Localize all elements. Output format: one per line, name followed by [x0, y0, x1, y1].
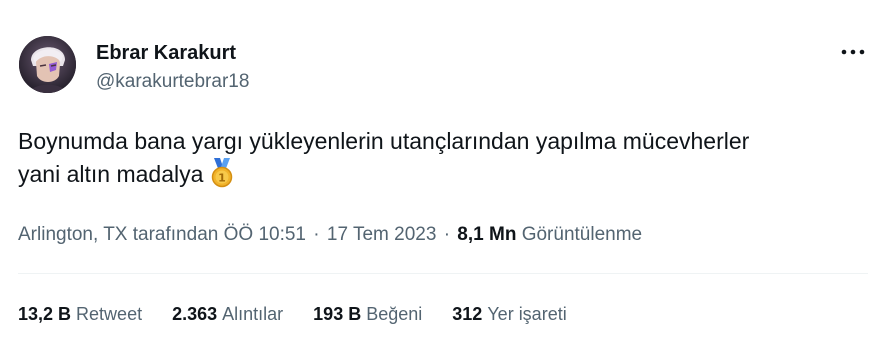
tweet: Ebrar Karakurt @karakurtebrar18 Boynumda…	[0, 0, 881, 337]
bookmarks-label: Yer işareti	[487, 304, 567, 324]
separator: ·	[443, 224, 451, 245]
retweets-stat[interactable]: 13,2 B Retweet	[18, 301, 142, 327]
likes-label: Beğeni	[366, 304, 423, 324]
author-name[interactable]: Ebrar Karakurt	[96, 41, 236, 65]
separator: ·	[313, 224, 320, 245]
more-icon	[841, 49, 865, 55]
tweet-text: Boynumda bana yargı yükleyenlerin utançl…	[18, 125, 868, 197]
location-link[interactable]: Arlington, TX tarafından	[18, 224, 218, 245]
tweet-text-fragment: yani altın madalya	[18, 161, 204, 187]
tweet-date[interactable]: 17 Tem 2023	[327, 224, 437, 245]
quotes-count: 2.363	[172, 304, 218, 324]
more-options-button[interactable]	[836, 40, 870, 64]
views-label: Görüntülenme	[521, 224, 643, 245]
tweet-stats: 13,2 B Retweet 2.363 Alıntılar 193 B Beğeni…	[18, 301, 567, 327]
bookmarks-stat[interactable]: 312 Yer işareti	[452, 301, 566, 327]
divider	[18, 273, 868, 274]
likes-count: 193 B	[313, 304, 362, 324]
bookmarks-count: 312	[452, 304, 483, 324]
tweet-text-line: Boynumda bana yargı yükleyenlerin utançl…	[18, 128, 750, 154]
tweet-meta: Arlington, TX tarafından ÖÖ 10:51 · 17 T…	[18, 222, 642, 248]
tweet-text-line: yani altın madalya 1	[18, 158, 868, 197]
retweets-count: 13,2 B	[18, 304, 72, 324]
avatar[interactable]	[19, 36, 76, 93]
first-place-medal-icon: 1	[209, 158, 235, 197]
svg-text:1: 1	[219, 172, 227, 185]
quotes-stat[interactable]: 2.363 Alıntılar	[172, 301, 283, 327]
quotes-label: Alıntılar	[222, 304, 284, 324]
author-handle[interactable]: @karakurtebrar18	[96, 70, 249, 94]
tweet-time[interactable]: ÖÖ 10:51	[224, 224, 306, 245]
views-count: 8,1 Mn	[457, 224, 517, 245]
retweets-label: Retweet	[76, 304, 143, 324]
likes-stat[interactable]: 193 B Beğeni	[313, 301, 422, 327]
